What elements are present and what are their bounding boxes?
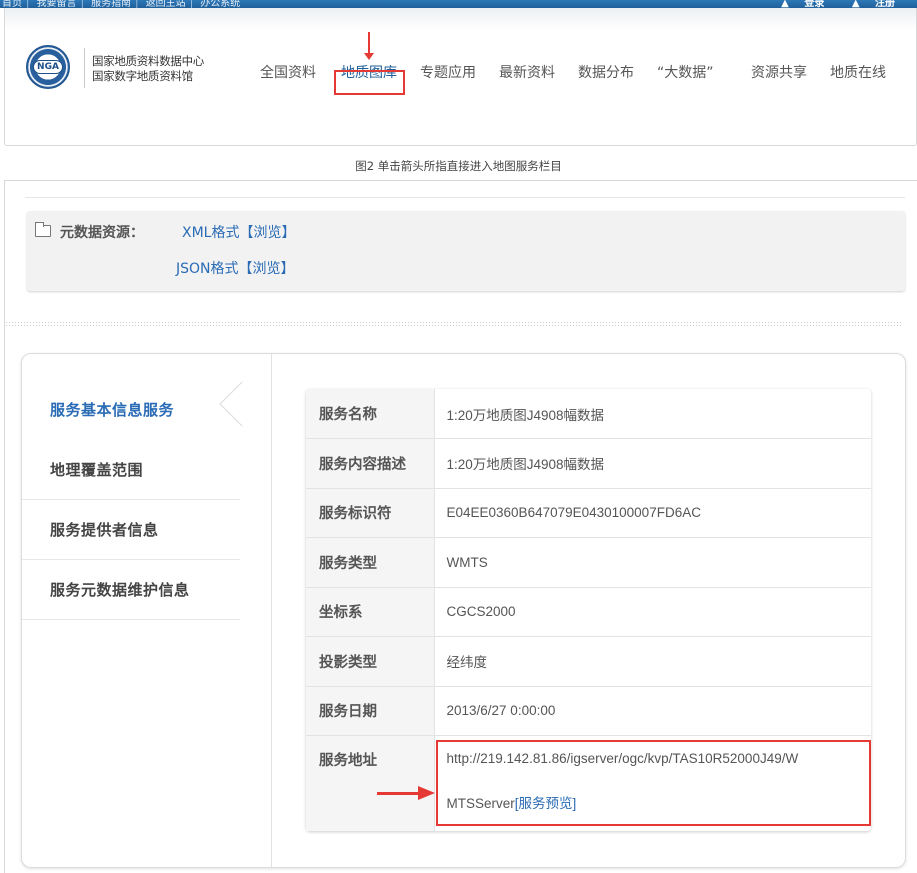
row-value-description: 1:20万地质图J4908幅数据 <box>434 438 871 489</box>
row-key-service-address: 服务地址 <box>306 735 435 831</box>
content-top-divider <box>25 197 905 198</box>
table-row: 坐标系 CGCS2000 <box>306 587 871 637</box>
nav-item-national-data[interactable]: 全国资料 <box>260 62 316 82</box>
row-value-projection: 经纬度 <box>434 636 871 687</box>
table-row: 服务内容描述 1:20万地质图J4908幅数据 <box>306 438 871 489</box>
top-link-separator: | <box>189 0 194 8</box>
annotation-down-arrow <box>364 32 374 60</box>
row-value-service-date: 2013/6/27 0:00:00 <box>434 686 871 736</box>
row-value-coordinate-system: CGCS2000 <box>434 587 871 637</box>
top-link-separator: | <box>26 0 30 8</box>
register-link[interactable]: ▲ 注册 <box>840 0 895 8</box>
table-row: 服务类型 WMTS <box>306 537 871 588</box>
nav-item-geo-online[interactable]: 地质在线 <box>830 62 886 82</box>
table-row: 服务日期 2013/6/27 0:00:00 <box>306 686 871 736</box>
sidebar-item-geo-coverage[interactable]: 地理覆盖范围 <box>22 440 240 500</box>
row-value-service-type: WMTS <box>434 537 871 588</box>
nav-item-big-data[interactable]: “大数据” <box>657 62 714 82</box>
nav-item-resource-sharing[interactable]: 资源共享 <box>751 62 807 82</box>
metadata-resource-box: 元数据资源： XML格式【浏览】 JSON格式【浏览】 <box>27 211 905 291</box>
metadata-xml-row: XML格式【浏览】 <box>182 222 295 242</box>
top-account: ▲ 登录 ▲ 注册 <box>757 0 895 8</box>
annotation-right-arrow <box>377 786 435 800</box>
register-label: 注册 <box>875 0 895 8</box>
login-link[interactable]: ▲ 登录 <box>769 0 824 8</box>
json-format-label: JSON格式 <box>176 261 239 277</box>
figure-caption: 图2 单击箭头所指直接进入地图服务栏目 <box>355 159 562 173</box>
table-row: 服务标识符 E04EE0360B647079E0430100007FD6AC <box>306 488 871 538</box>
metadata-json-row: JSON格式【浏览】 <box>176 258 295 278</box>
login-label: 登录 <box>804 0 825 8</box>
sidebar-item-provider-info[interactable]: 服务提供者信息 <box>22 500 240 560</box>
row-key-projection: 投影类型 <box>306 636 435 687</box>
top-link-separator: | <box>135 0 139 8</box>
top-bar: 首页 | 我要留言 | 服务指南 | 返回主站 | 办公系统 ▲ 登录 ▲ 注册 <box>0 0 917 8</box>
nav-item-data-distribution[interactable]: 数据分布 <box>578 62 634 82</box>
register-user-icon: ▲ <box>851 0 860 8</box>
service-info-panel: 服务基本信息服务 地理覆盖范围 服务提供者信息 服务元数据维护信息 服务名称 1… <box>21 353 906 868</box>
row-key-description: 服务内容描述 <box>306 438 435 489</box>
sidebar-item-basic-info[interactable]: 服务基本信息服务 <box>22 380 240 440</box>
table-row: 服务名称 1:20万地质图J4908幅数据 <box>306 389 871 439</box>
top-link-message[interactable]: 我要留言 <box>37 0 77 8</box>
logo-divider <box>84 48 85 88</box>
org-name: 国家地质资料数据中心 国家数字地质资料馆 <box>92 54 204 84</box>
service-sidebar: 服务基本信息服务 地理覆盖范围 服务提供者信息 服务元数据维护信息 <box>22 354 272 867</box>
top-link-main-site[interactable]: 返回主站 <box>146 0 186 8</box>
annotation-highlight-box <box>334 70 405 95</box>
folder-icon <box>35 222 51 237</box>
row-key-identifier: 服务标识符 <box>306 488 435 538</box>
nga-logo[interactable]: NGA <box>26 45 70 89</box>
top-link-guide[interactable]: 服务指南 <box>91 0 131 8</box>
table-row: 投影类型 经纬度 <box>306 636 871 687</box>
top-link-office[interactable]: 办公系统 <box>200 0 240 8</box>
metadata-label: 元数据资源： <box>60 225 144 241</box>
annotation-address-box <box>436 740 871 826</box>
user-icon: ▲ <box>781 0 789 8</box>
org-name-line1: 国家地质资料数据中心 <box>92 54 204 68</box>
org-name-line2: 国家数字地质资料馆 <box>92 69 193 83</box>
row-value-identifier: E04EE0360B647079E0430100007FD6AC <box>434 488 871 538</box>
row-value-service-name: 1:20万地质图J4908幅数据 <box>434 389 871 439</box>
row-key-coordinate-system: 坐标系 <box>306 587 435 637</box>
xml-format-label: XML格式 <box>182 225 240 241</box>
nav-item-latest-data[interactable]: 最新资料 <box>499 62 555 82</box>
row-key-service-name: 服务名称 <box>306 389 435 439</box>
top-link-home[interactable]: 首页 <box>2 0 22 8</box>
dotted-divider <box>5 321 903 327</box>
content-area: 元数据资源： XML格式【浏览】 JSON格式【浏览】 服务基本信息服务 地理覆… <box>4 180 917 873</box>
logo-text: NGA <box>33 60 63 74</box>
top-link-separator: | <box>80 0 84 8</box>
xml-browse-link[interactable]: 【浏览】 <box>239 225 295 241</box>
sidebar-item-metadata-maintenance[interactable]: 服务元数据维护信息 <box>22 560 240 620</box>
row-key-service-date: 服务日期 <box>306 686 435 736</box>
top-links: 首页 | 我要留言 | 服务指南 | 返回主站 | 办公系统 <box>2 0 244 8</box>
row-key-service-type: 服务类型 <box>306 537 435 588</box>
nav-item-thematic-apps[interactable]: 专题应用 <box>420 62 476 82</box>
json-browse-link[interactable]: 【浏览】 <box>239 261 295 277</box>
header-shade <box>5 8 916 30</box>
